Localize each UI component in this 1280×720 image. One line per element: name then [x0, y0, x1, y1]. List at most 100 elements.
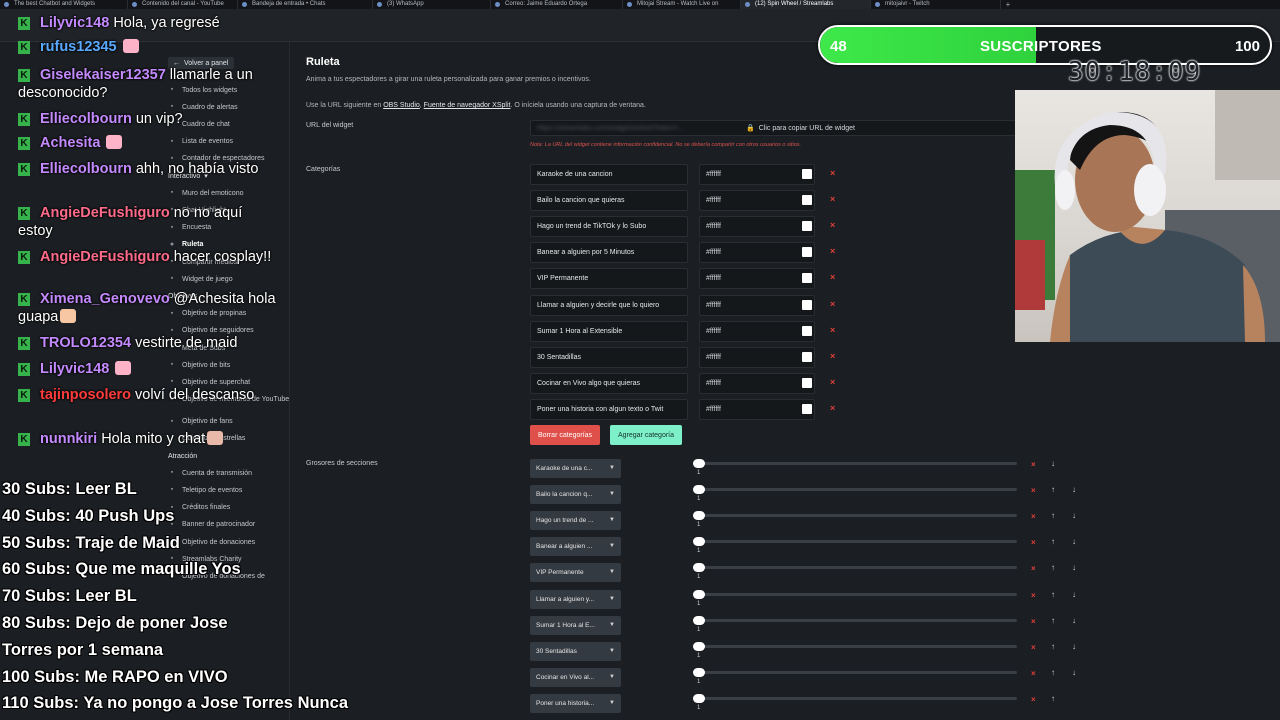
category-name-input[interactable]: Banear a alguien por 5 Minutos: [530, 242, 688, 264]
color-swatch[interactable]: [802, 325, 812, 336]
browser-tab[interactable]: (12) Spin Wheel / Streamlabs: [741, 0, 871, 9]
remove-section-icon[interactable]: ×: [1031, 669, 1036, 678]
remove-section-icon[interactable]: ×: [1031, 617, 1036, 626]
obs-studio-link[interactable]: OBS Studio: [383, 102, 420, 109]
section-weight-track[interactable]: [699, 540, 1017, 544]
remove-section-icon[interactable]: ×: [1031, 512, 1036, 521]
section-weight-handle[interactable]: [693, 485, 705, 495]
category-color-input[interactable]: #ffffff: [699, 268, 815, 290]
section-weight-handle[interactable]: [693, 641, 705, 651]
sidebar-item[interactable]: ▪ Cuenta de transmisión: [168, 467, 252, 479]
color-swatch[interactable]: [802, 169, 812, 179]
remove-category-icon[interactable]: ×: [830, 220, 835, 230]
category-color-input[interactable]: #ffffff: [699, 294, 815, 316]
move-down-icon[interactable]: ↓: [1072, 511, 1076, 520]
move-up-icon[interactable]: ↑: [1051, 642, 1055, 651]
category-name-input[interactable]: Karaoke de una cancion: [530, 164, 688, 185]
section-weight-handle[interactable]: [693, 667, 705, 677]
color-swatch[interactable]: [802, 351, 812, 362]
section-select[interactable]: VIP Permanente ▼: [530, 563, 621, 583]
copy-url-button[interactable]: 🔒 Clic para copiar URL de widget: [746, 124, 855, 133]
category-name-input[interactable]: Poner una historia con algun texto o Twi…: [530, 398, 688, 420]
category-color-input[interactable]: #ffffff: [699, 216, 815, 238]
remove-category-icon[interactable]: ×: [830, 377, 835, 387]
sidebar-item[interactable]: ▪ Créditos finales: [168, 502, 231, 514]
section-weight-track[interactable]: [699, 514, 1017, 518]
remove-category-icon[interactable]: ×: [830, 246, 835, 256]
category-color-input[interactable]: #ffffff: [699, 164, 815, 185]
remove-category-icon[interactable]: ×: [830, 272, 835, 282]
move-up-icon[interactable]: ↑: [1051, 694, 1055, 703]
section-weight-track[interactable]: [699, 462, 1017, 465]
section-select[interactable]: 30 Sentadillas ▼: [530, 641, 621, 661]
browser-tab[interactable]: mitojaivr - Twitch: [871, 0, 1001, 9]
category-name-input[interactable]: Sumar 1 Hora al Extensible: [530, 320, 688, 342]
category-color-input[interactable]: #ffffff: [699, 190, 815, 212]
move-up-icon[interactable]: ↑: [1051, 616, 1055, 625]
remove-section-icon[interactable]: ×: [1031, 695, 1036, 704]
remove-section-icon[interactable]: ×: [1031, 486, 1036, 495]
section-select[interactable]: Sumar 1 Hora al E... ▼: [530, 615, 621, 635]
move-down-icon[interactable]: ↓: [1072, 616, 1076, 625]
move-up-icon[interactable]: ↑: [1051, 485, 1055, 494]
category-name-input[interactable]: Llamar a alguien y decirle que lo quiero: [530, 294, 688, 316]
color-swatch[interactable]: [802, 299, 812, 310]
section-weight-track[interactable]: [699, 670, 1017, 674]
section-weight-track[interactable]: [699, 618, 1017, 622]
section-weight-handle[interactable]: [693, 615, 705, 625]
remove-category-icon[interactable]: ×: [830, 403, 835, 413]
remove-section-icon[interactable]: ×: [1031, 564, 1036, 573]
move-down-icon[interactable]: ↓: [1072, 590, 1076, 599]
remove-section-icon[interactable]: ×: [1031, 591, 1036, 600]
section-select[interactable]: Banear a alguien ... ▼: [530, 537, 621, 557]
remove-section-icon[interactable]: ×: [1031, 643, 1036, 652]
move-up-icon[interactable]: ↑: [1051, 668, 1055, 677]
remove-category-icon[interactable]: ×: [830, 325, 835, 335]
remove-category-icon[interactable]: ×: [830, 351, 835, 361]
color-swatch[interactable]: [802, 221, 812, 232]
browser-tab[interactable]: Bandeja de entrada • Chats: [238, 0, 373, 9]
add-category-button[interactable]: Agregar categoría: [610, 425, 682, 445]
remove-section-icon[interactable]: ×: [1031, 538, 1036, 547]
move-down-icon[interactable]: ↓: [1051, 459, 1055, 468]
browser-tab[interactable]: Correo: Jaime Eduardo Ortega: [491, 0, 623, 9]
remove-category-icon[interactable]: ×: [830, 299, 835, 309]
category-name-input[interactable]: Hago un trend de TikTOk y lo Subo: [530, 216, 688, 238]
category-color-input[interactable]: #ffffff: [699, 398, 815, 420]
category-name-input[interactable]: Cocinar en Vivo algo que quieras: [530, 372, 688, 394]
sidebar-item[interactable]: ▪ Objetivo de donaciones: [168, 536, 255, 548]
section-select[interactable]: Karaoke de una c... ▼: [530, 459, 621, 478]
browser-tab[interactable]: (3) WhatsApp: [373, 0, 491, 9]
category-color-input[interactable]: #ffffff: [699, 372, 815, 394]
section-weight-track[interactable]: [699, 566, 1017, 570]
new-tab-button[interactable]: +: [1001, 0, 1015, 9]
category-name-input[interactable]: Bailo la cancion que quieras: [530, 190, 688, 212]
color-swatch[interactable]: [802, 403, 812, 414]
move-down-icon[interactable]: ↓: [1072, 537, 1076, 546]
section-select[interactable]: Cocinar en Vivo al... ▼: [530, 667, 621, 687]
section-weight-track[interactable]: [699, 696, 1017, 700]
section-select[interactable]: Bailo la cancion q... ▼: [530, 485, 621, 505]
category-color-input[interactable]: #ffffff: [699, 242, 815, 264]
color-swatch[interactable]: [802, 195, 812, 206]
color-swatch[interactable]: [802, 377, 812, 388]
remove-category-icon[interactable]: ×: [830, 194, 835, 204]
section-select[interactable]: Llamar a alguien y... ▼: [530, 589, 621, 609]
xsplit-link[interactable]: Fuente de navegador XSplit: [424, 102, 511, 109]
remove-section-icon[interactable]: ×: [1031, 460, 1036, 469]
category-color-input[interactable]: #ffffff: [699, 346, 815, 368]
browser-tab[interactable]: Mitojai Stream - Watch Live on: [623, 0, 741, 9]
move-down-icon[interactable]: ↓: [1072, 485, 1076, 494]
section-weight-handle[interactable]: [693, 511, 705, 521]
move-up-icon[interactable]: ↑: [1051, 563, 1055, 572]
remove-category-icon[interactable]: ×: [830, 168, 835, 178]
section-select[interactable]: Poner una historia... ▼: [530, 693, 621, 713]
section-weight-handle[interactable]: [693, 589, 705, 599]
section-weight-track[interactable]: [699, 592, 1017, 596]
section-weight-track[interactable]: [699, 644, 1017, 648]
browser-tab[interactable]: Contenido del canal - YouTube: [128, 0, 238, 9]
category-name-input[interactable]: 30 Sentadillas: [530, 346, 688, 368]
move-up-icon[interactable]: ↑: [1051, 590, 1055, 599]
color-swatch[interactable]: [802, 273, 812, 284]
color-swatch[interactable]: [802, 247, 812, 258]
